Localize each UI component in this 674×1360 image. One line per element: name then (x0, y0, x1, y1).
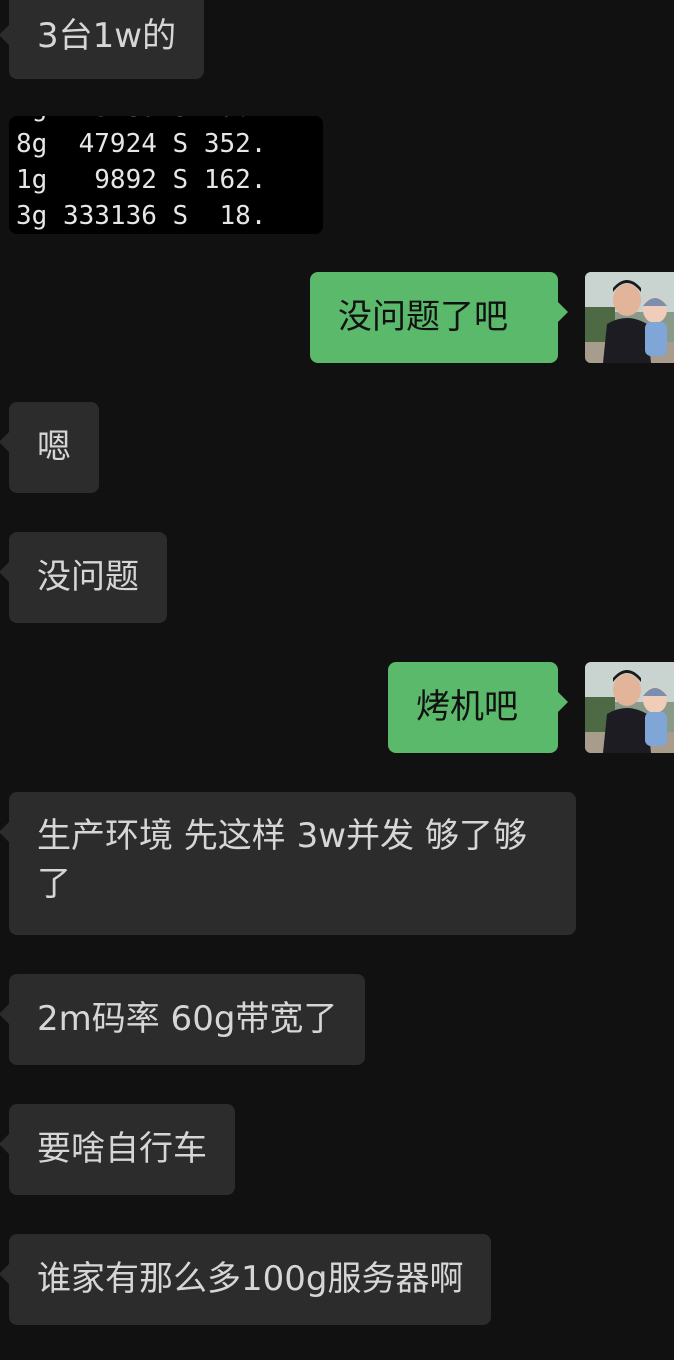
message-text: 嗯 (37, 427, 71, 467)
message-bubble-incoming[interactable]: 2m码率 60g带宽了 (0, 974, 366, 1065)
avatar-photo-icon (585, 662, 674, 753)
terminal-screenshot-image[interactable]: 7g 15789 S 790. 8g 47924 S 352. 1g 9892 … (9, 116, 323, 234)
message-bubble-incoming[interactable]: 生产环境 先这样 3w并发 够了够了 (0, 792, 576, 935)
terminal-line: 1g 9892 S 162. (16, 165, 267, 195)
message-text: 要啥自行车 (37, 1129, 207, 1169)
bubble-tail (558, 302, 568, 322)
my-avatar[interactable] (585, 272, 674, 363)
message-bubble-incoming[interactable]: 嗯 (0, 402, 99, 493)
message-bubble-incoming[interactable]: 要啥自行车 (0, 1104, 235, 1195)
message-text: 2m码率 60g带宽了 (37, 999, 338, 1039)
message-bubble-outgoing[interactable]: 烤机吧 (388, 662, 568, 753)
message-bubble-outgoing[interactable]: 没问题了吧 (310, 272, 568, 363)
message-bubble-incoming[interactable]: 没问题 (0, 532, 167, 623)
bubble-tail (0, 25, 9, 45)
bubble-tail (558, 692, 568, 712)
message-text: 没问题 (37, 557, 139, 597)
terminal-line: 8g 47924 S 352. (16, 129, 267, 159)
terminal-line: 3g 333136 S 18. (16, 201, 267, 231)
message-text: 3台1w的 (37, 16, 177, 56)
bubble-tail (0, 1004, 9, 1024)
bubble-tail (0, 562, 9, 582)
message-bubble-incoming[interactable]: 谁家有那么多100g服务器啊 (0, 1234, 492, 1325)
bubble-tail (0, 432, 9, 452)
avatar-photo-icon (585, 272, 674, 363)
message-text: 烤机吧 (416, 687, 518, 727)
message-text: 生产环境 先这样 3w并发 够了够了 (37, 816, 527, 904)
message-text: 没问题了吧 (338, 297, 508, 337)
terminal-line: 7g 15789 S 790. (16, 116, 323, 126)
bubble-tail (0, 822, 9, 842)
message-text: 谁家有那么多100g服务器啊 (37, 1259, 464, 1299)
message-bubble-incoming[interactable]: 3台1w的 (0, 0, 205, 79)
bubble-tail (0, 1264, 9, 1284)
my-avatar[interactable] (585, 662, 674, 753)
bubble-tail (0, 1134, 9, 1154)
